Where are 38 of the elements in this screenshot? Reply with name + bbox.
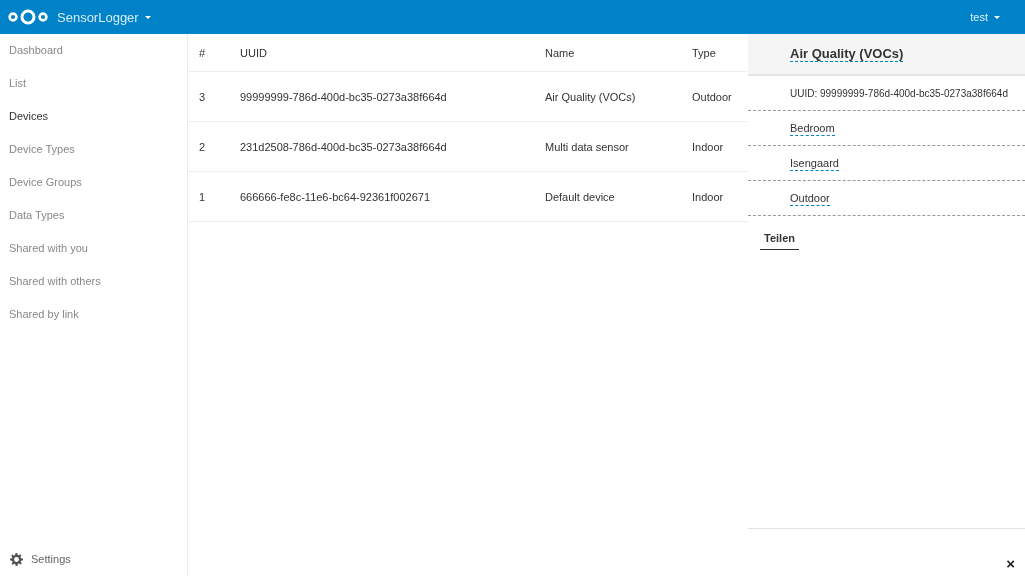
sidebar-item[interactable]: Data Types: [0, 199, 187, 232]
close-button[interactable]: ×: [996, 555, 1025, 576]
table-cell: 666666-fe8c-11e6-bc64-92361f002671: [240, 171, 545, 222]
table-cell: 99999999-786d-400d-bc35-0273a38f664d: [240, 71, 545, 122]
settings-icon: [10, 552, 23, 566]
settings-item[interactable]: Settings: [0, 543, 187, 575]
caret-icon: [144, 15, 151, 19]
column-header[interactable]: UUID: [240, 34, 545, 72]
sidebar-item[interactable]: Devices: [0, 100, 187, 133]
sidebar-item[interactable]: Dashboard: [0, 34, 187, 67]
table-cell: 3: [188, 71, 240, 122]
logo-icon[interactable]: [7, 8, 49, 26]
table-cell: 1: [188, 171, 240, 222]
table-cell: Multi data sensor: [545, 121, 692, 172]
table-cell: Air Quality (VOCs): [545, 71, 692, 122]
device-title[interactable]: Air Quality (VOCs): [790, 46, 904, 62]
column-header[interactable]: Name: [545, 34, 692, 72]
sidebar-item[interactable]: Device Groups: [0, 166, 187, 199]
tab[interactable]: Teilen: [760, 230, 799, 250]
editable-field[interactable]: Bedroom: [790, 120, 835, 136]
caret-icon: [994, 15, 1000, 19]
sidebar-item[interactable]: List: [0, 67, 187, 100]
column-header[interactable]: #: [188, 34, 240, 72]
table-cell: 2: [188, 121, 240, 172]
table-cell: Default device: [545, 171, 692, 222]
sidebar-item[interactable]: Device Types: [0, 133, 187, 166]
sidebar-item[interactable]: Shared with others: [0, 265, 187, 298]
uuid-text: UUID: 99999999-786d-400d-bc35-0273a38f664d: [790, 87, 1008, 99]
sidebar-item[interactable]: Shared with you: [0, 232, 187, 265]
editable-field[interactable]: Outdoor: [790, 190, 830, 206]
table-cell: Indoor: [692, 171, 748, 222]
table-cell: 231d2508-786d-400d-bc35-0273a38f664d: [240, 121, 545, 172]
app-menu-button[interactable]: SensorLogger: [57, 9, 151, 25]
table-cell: Outdoor: [692, 71, 748, 122]
user-menu-button[interactable]: test: [970, 11, 1000, 23]
editable-field[interactable]: Isengaard: [790, 155, 839, 171]
table-cell: Indoor: [692, 121, 748, 172]
sidebar-item[interactable]: Shared by link: [0, 298, 187, 331]
